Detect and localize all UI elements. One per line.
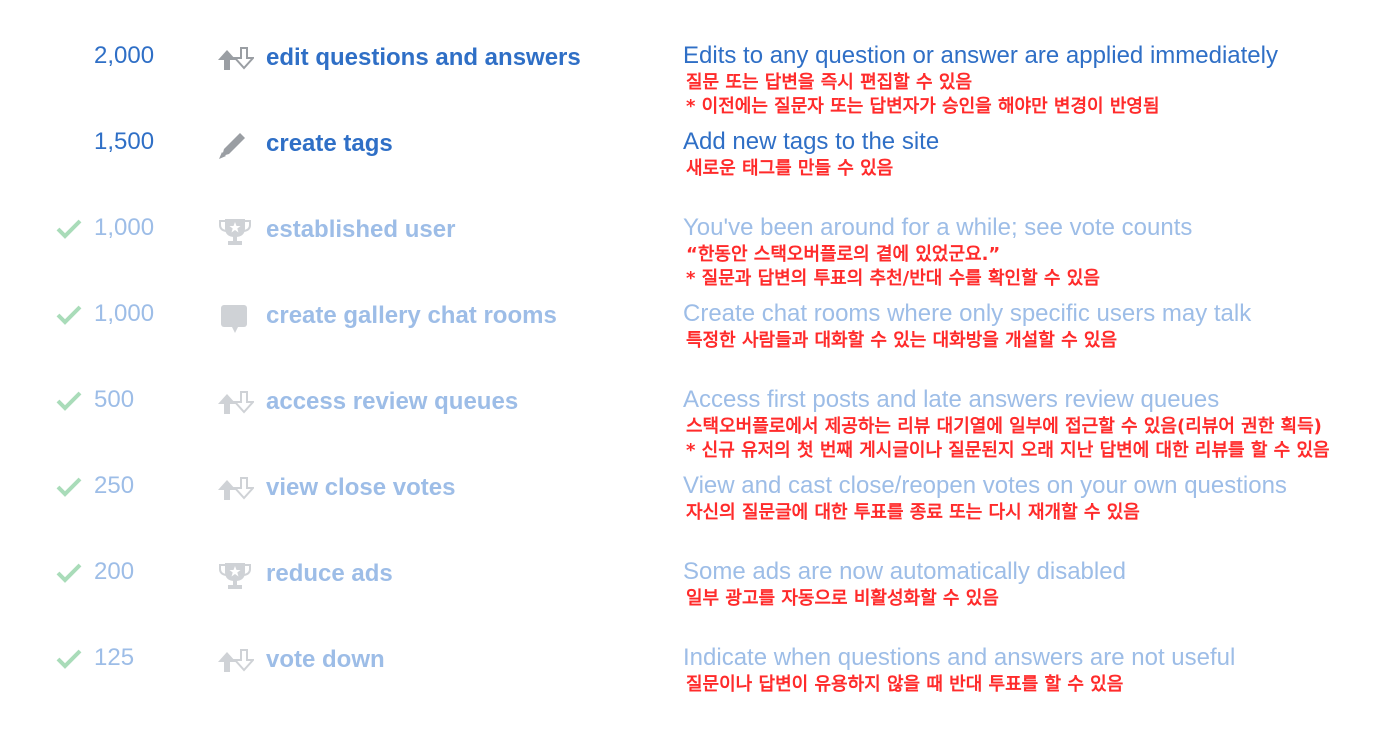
reputation-value: 200 [94, 558, 135, 585]
korean-annotation: 자신의 질문글에 대한 투표를 종료 또는 다시 재개할 수 있음 [686, 502, 1140, 523]
privilege-description: You've been around for a while; see vote… [683, 214, 1193, 241]
korean-annotation: * 이전에는 질문자 또는 답변자가 승인을 해야만 변경이 반영됨 [686, 96, 1160, 117]
privilege-title-link[interactable]: view close votes [266, 474, 455, 502]
korean-annotation: * 신규 유저의 첫 번째 게시글이나 질문된지 오래 지난 답변에 대한 리뷰… [686, 440, 1330, 461]
trophy-icon [216, 216, 254, 248]
pencil-icon [216, 130, 254, 162]
privilege-description: Edits to any question or answer are appl… [683, 42, 1278, 69]
korean-annotation: 질문 또는 답변을 즉시 편집할 수 있음 [686, 72, 972, 93]
korean-annotation: 스택오버플로에서 제공하는 리뷰 대기열에 일부에 접근할 수 있음(리뷰어 권… [686, 416, 1322, 437]
privilege-row[interactable]: 1,000 established user You've been around … [0, 214, 1400, 304]
check-icon [56, 391, 82, 411]
privilege-title-link[interactable]: access review queues [266, 388, 518, 416]
privilege-title-link[interactable]: vote down [266, 646, 385, 674]
vote-arrows-icon [216, 474, 256, 506]
privilege-row[interactable]: 250 view close votes View and cast close/r… [0, 472, 1400, 562]
korean-annotation: 특정한 사람들과 대화할 수 있는 대화방을 개설할 수 있음 [686, 330, 1118, 351]
privilege-row[interactable]: 1,000 create gallery chat rooms Create cha… [0, 300, 1400, 390]
korean-annotation: 질문이나 답변이 유용하지 않을 때 반대 투표를 할 수 있음 [686, 674, 1124, 695]
reputation-value: 1,500 [94, 128, 155, 155]
vote-arrows-icon [216, 646, 256, 678]
privilege-description: Access first posts and late answers revi… [683, 386, 1220, 413]
check-icon [56, 477, 82, 497]
vote-arrows-icon [216, 44, 256, 76]
privilege-description: View and cast close/reopen votes on your… [683, 472, 1287, 499]
check-icon [56, 563, 82, 583]
privilege-title-link[interactable]: create gallery chat rooms [266, 302, 557, 330]
privilege-description: Indicate when questions and answers are … [683, 644, 1236, 671]
check-icon [56, 305, 82, 325]
reputation-value: 2,000 [94, 42, 155, 69]
privilege-title-link[interactable]: edit questions and answers [266, 44, 581, 72]
privilege-row[interactable]: 125 vote down Indicate when questions and … [0, 644, 1400, 734]
privilege-row[interactable]: 200 reduce ads Some ads are now automatica… [0, 558, 1400, 648]
reputation-value: 125 [94, 644, 135, 671]
privilege-row[interactable]: 500 access review queues Access first post… [0, 386, 1400, 476]
korean-annotation: * 질문과 답변의 투표의 추천/반대 수를 확인할 수 있음 [686, 268, 1100, 289]
trophy-icon [216, 560, 254, 592]
privilege-description: Some ads are now automatically disabled [683, 558, 1126, 585]
vote-arrows-icon [216, 388, 256, 420]
chat-bubble-icon [216, 302, 254, 334]
privilege-row[interactable]: 2,000 edit questions and answers Edits to … [0, 42, 1400, 132]
privilege-title-link[interactable]: create tags [266, 130, 393, 158]
reputation-value: 250 [94, 472, 135, 499]
privilege-row[interactable]: 1,500 create tags Add new tags to the site… [0, 128, 1400, 218]
korean-annotation: 새로운 태그를 만들 수 있음 [686, 158, 894, 179]
privilege-title-link[interactable]: established user [266, 216, 455, 244]
reputation-value: 1,000 [94, 300, 155, 327]
check-icon [56, 219, 82, 239]
privilege-title-link[interactable]: reduce ads [266, 560, 393, 588]
privilege-description: Create chat rooms where only specific us… [683, 300, 1252, 327]
privilege-description: Add new tags to the site [683, 128, 940, 155]
korean-annotation: “한동안 스택오버플로의 곁에 있었군요.” [686, 244, 1001, 265]
check-icon [56, 649, 82, 669]
reputation-value: 1,000 [94, 214, 155, 241]
korean-annotation: 일부 광고를 자동으로 비활성화할 수 있음 [686, 588, 999, 609]
reputation-value: 500 [94, 386, 135, 413]
